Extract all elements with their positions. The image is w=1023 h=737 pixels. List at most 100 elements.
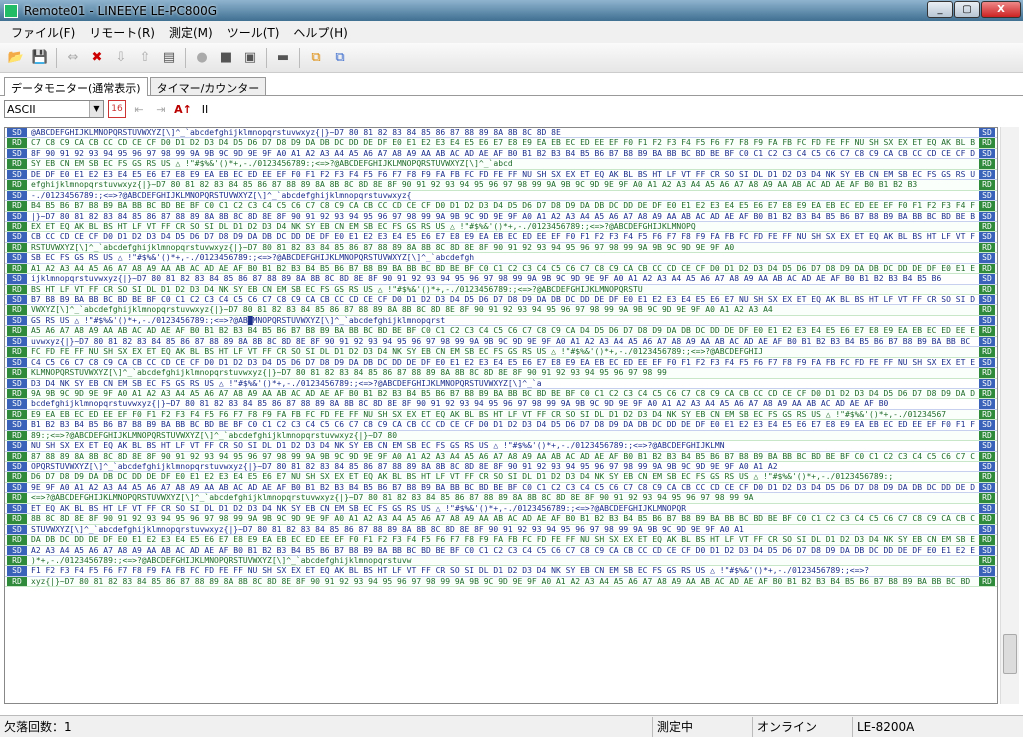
menu-help[interactable]: ヘルプ(H)	[286, 24, 354, 41]
report-icon[interactable]: ▤	[159, 48, 179, 68]
line-data: ET EQ AK BL BS HT LF VT FF CR SO SI DL D…	[31, 503, 687, 513]
direction-label: SD	[7, 441, 27, 451]
direction-label: SD	[7, 524, 27, 535]
tab-timer-counter[interactable]: タイマー/カウンター	[149, 77, 267, 95]
loss-count: 欠落回数：1	[0, 716, 653, 737]
direction-label-right: SD	[979, 441, 995, 451]
direction-label: RD	[7, 326, 27, 336]
line-data: B1 B2 B3 B4 B5 B6 B7 B8 B9 BA BB BC BD B…	[31, 420, 975, 430]
direction-label-right: RD	[979, 201, 995, 211]
monitor-icon[interactable]: ▬	[273, 48, 293, 68]
line-data: 8B 8C 8D 8E 8F 90 91 92 93 94 95 96 97 9…	[31, 514, 975, 524]
monitor-line: SD ET EQ AK BL BS HT LF VT FF CR SO SI DL…	[5, 503, 997, 515]
direction-label-right: RD	[979, 451, 995, 461]
line-data: CB CC CD CE CF D0 D1 D2 D3 D4 D5 D6 D7 D…	[31, 232, 975, 242]
direction-label: SD	[7, 169, 27, 180]
monitor-line: RD A5 A6 A7 A8 A9 AA AB AC AD AE AF B0 B1…	[5, 326, 997, 337]
copy-icon[interactable]: ⧉	[306, 48, 326, 68]
line-data: KLMNOPQRSTUVWXYZ[\]^_`abcdefghijklmnopqr…	[31, 368, 667, 378]
search-next-icon[interactable]: ⇥	[152, 100, 170, 118]
stop-icon[interactable]: ■	[216, 48, 236, 68]
link-icon[interactable]: ⇔	[63, 48, 83, 68]
direction-label: RD	[7, 201, 27, 211]
line-data: @ABCDEFGHIJKLMNOPQRSTUVWXYZ[\]^_`abcdefg…	[31, 128, 561, 137]
monitor-line: RD 87 88 89 8A 8B 8C 8D 8E 8F 90 91 92 93…	[5, 451, 997, 462]
line-data: ijklmnopqrstuvwxyz{|}~D7 80 81 82 83 84 …	[31, 274, 942, 284]
sort-button[interactable]: A↑	[174, 100, 192, 118]
line-data: C4 C5 C6 C7 C8 C9 CA CB CC CD CE CF D0 D…	[31, 357, 975, 367]
monitor-line: SD A2 A3 A4 A5 A6 A7 A8 A9 AA AB AC AD AE…	[5, 545, 997, 556]
minimize-button[interactable]: _	[927, 1, 953, 18]
code-select-value: ASCII	[7, 102, 36, 116]
record-icon[interactable]: ●	[192, 48, 212, 68]
save-icon[interactable]: 💾	[30, 48, 50, 68]
upload-icon[interactable]: ⇧	[135, 48, 155, 68]
direction-label-right: RD	[979, 430, 995, 441]
direction-label-right: RD	[979, 493, 995, 503]
download-icon[interactable]: ⇩	[111, 48, 131, 68]
direction-label: RD	[7, 242, 27, 253]
direction-label-right: SD	[979, 211, 995, 221]
window-title: Remote01 - LINEEYE LE-PC800G	[24, 3, 218, 18]
tab-data-monitor[interactable]: データモニター(通常表示)	[4, 77, 148, 96]
direction-label-right: RD	[979, 514, 995, 524]
direction-label: RD	[7, 514, 27, 524]
line-data: C7 C8 C9 CA CB CC CD CE CF D0 D1 D2 D3 D…	[31, 138, 975, 148]
paste-icon[interactable]: ⧉	[330, 48, 350, 68]
disconnect-icon[interactable]: ✖	[87, 48, 107, 68]
direction-label: RD	[7, 180, 27, 190]
line-data: FC FD FE FF NU SH SX EX ET EQ AK BL BS H…	[31, 347, 764, 357]
monitor-line: RD B4 B5 B6 B7 B8 B9 BA BB BC BD BE BF C0…	[5, 201, 997, 212]
line-data: SY EB CN EM SB EC FS GS RS US △ !"#$%&'(…	[31, 159, 513, 169]
direction-label: SD	[7, 211, 27, 221]
data-monitor-area[interactable]: SD @ABCDEFGHIJKLMNOPQRSTUVWXYZ[\]^_`abcde…	[4, 127, 998, 704]
line-data: 8F 90 91 92 93 94 95 96 97 98 99 9A 9B 9…	[31, 148, 975, 158]
vertical-scrollbar[interactable]	[1000, 127, 1019, 704]
menu-file[interactable]: ファイル(F)	[4, 24, 82, 41]
direction-label: SD	[7, 566, 27, 576]
line-data: xyz{|}~D7 80 81 82 83 84 85 86 87 88 89 …	[31, 576, 975, 586]
direction-label-right: SD	[979, 315, 995, 326]
line-data: 87 88 89 8A 8B 8C 8D 8E 8F 90 91 92 93 9…	[31, 451, 975, 461]
direction-label-right: SD	[979, 336, 995, 347]
direction-label-right: SD	[979, 462, 995, 472]
direction-label: SD	[7, 482, 27, 493]
direction-label-right: SD	[979, 545, 995, 555]
menu-tools[interactable]: ツール(T)	[220, 24, 287, 41]
close-button[interactable]: X	[981, 1, 1021, 18]
monitor-line: SD CB CC CD CE CF D0 D1 D2 D3 D4 D5 D6 D7…	[5, 232, 997, 243]
code-select[interactable]: ASCII ▼	[4, 100, 104, 118]
toolbar: 📂 💾 ⇔ ✖ ⇩ ⇧ ▤ ● ■ ▣ ▬ ⧉ ⧉	[0, 43, 1023, 73]
monitor-line: SD D3 D4 NK SY EB CN EM SB EC FS GS RS US…	[5, 378, 997, 389]
menu-remote[interactable]: リモート(R)	[82, 24, 162, 41]
search-prev-icon[interactable]: ⇤	[130, 100, 148, 118]
line-data: -./0123456789:;<=>?@ABCDEFGHIJKLMNOPQRST…	[31, 190, 412, 200]
direction-label: SD	[7, 148, 27, 159]
menu-measure[interactable]: 測定(M)	[162, 24, 220, 41]
monitor-line: RD D6 D7 D8 D9 DA DB DC DD DE DF E0 E1 E2…	[5, 472, 997, 483]
monitor-line: RD <=>?@ABCDEFGHIJKLMNOPQRSTUVWXYZ[\]^_`a…	[5, 493, 997, 504]
direction-label-right: SD	[979, 295, 995, 305]
direction-label: RD	[7, 451, 27, 461]
line-data: 9E 9F A0 A1 A2 A3 A4 A5 A6 A7 A8 A9 AA A…	[31, 482, 975, 492]
direction-label: SD	[7, 503, 27, 514]
pause-button[interactable]: II	[196, 100, 214, 118]
direction-label-right: SD	[979, 420, 995, 430]
status-bar: 欠落回数：1 測定中 オンライン LE-8200A	[0, 715, 1023, 737]
direction-label-right: RD	[979, 159, 995, 169]
open-icon[interactable]: 📂	[6, 48, 26, 68]
device-name: LE-8200A	[857, 719, 915, 734]
line-data: SB EC FS GS RS US △ !"#$%&'()*+,-./01234…	[31, 253, 475, 263]
print-icon[interactable]: ▣	[240, 48, 260, 68]
toolbar-separator	[185, 47, 186, 68]
monitor-toolbar: ASCII ▼ 16 ⇤ ⇥ A↑ II	[0, 97, 1023, 121]
maximize-button[interactable]: ▢	[954, 1, 980, 18]
direction-label-right: SD	[979, 128, 995, 138]
monitor-line: SD DE DF E0 E1 E2 E3 E4 E5 E6 E7 E8 E9 EA…	[5, 169, 997, 181]
menu-bar: ファイル(F) リモート(R) 測定(M) ツール(T) ヘルプ(H)	[0, 21, 1023, 43]
hex-toggle-button[interactable]: 16	[108, 100, 126, 118]
direction-label: SD	[7, 128, 27, 138]
direction-label-right: SD	[979, 399, 995, 409]
line-data: DA DB DC DD DE DF E0 E1 E2 E3 E4 E5 E6 E…	[31, 535, 975, 545]
scrollbar-thumb[interactable]	[1003, 634, 1017, 674]
